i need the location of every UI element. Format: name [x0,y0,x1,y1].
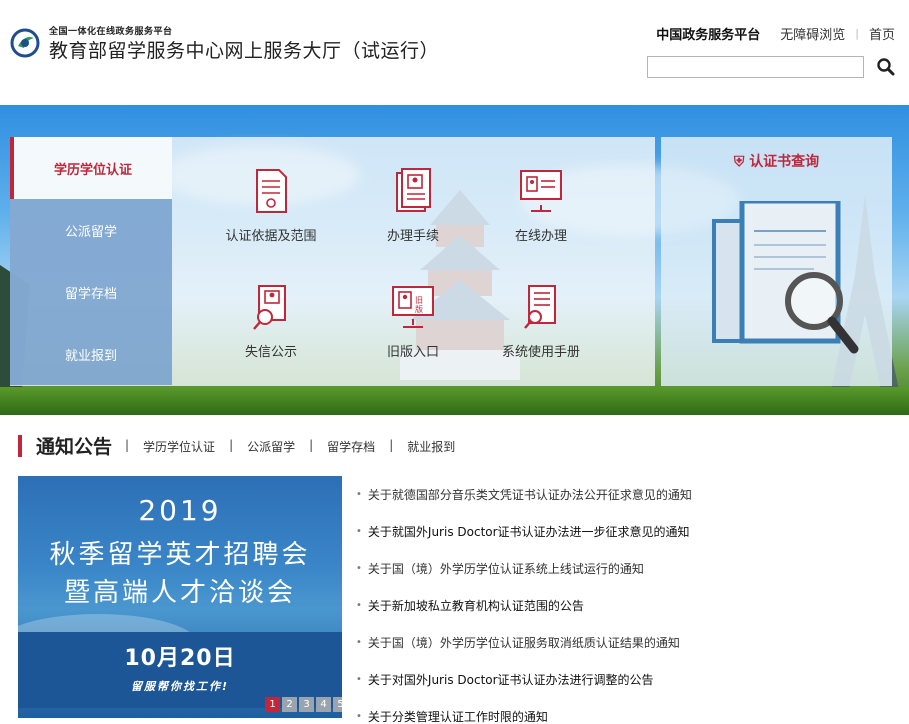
tile-label: 失信公示 [244,345,297,360]
promo-slogan: 留服帮你找工作! [130,680,230,693]
gov-platform-link[interactable]: 中国政务服务平台 [656,24,760,43]
pager-dot[interactable]: 1 [265,697,280,712]
pager-dot[interactable]: 3 [299,697,314,712]
search-input[interactable] [647,56,864,78]
tab-study-archive[interactable]: 留学存档 [10,261,172,323]
tab-public-study-abroad[interactable]: 公派留学 [10,199,172,261]
list-item[interactable]: • 关于国（境）外学历学位认证服务取消纸质认证结果的通知 [356,624,891,661]
shield-plus-icon: ⛨ [733,154,750,170]
tile-label: 系统使用手册 [501,345,580,360]
pager-dot[interactable]: 2 [282,697,297,712]
document-seal-icon [256,169,287,213]
tile-online-processing[interactable]: 在线办理 [476,167,606,257]
manual-search-icon [524,285,556,329]
notice-tab-degree-certification[interactable]: 学历学位认证 [143,438,215,455]
platform-logo-icon [10,28,40,58]
carousel-pager: 1 2 3 4 5 [263,697,342,712]
certificate-query-title: ⛨ 认证书查询 [733,154,820,170]
divider: | [855,27,859,40]
notice-tab-public-study-abroad[interactable]: 公派留学 [247,438,295,455]
pager-dot[interactable]: 5 [333,697,342,712]
tile-label: 办理手续 [386,229,439,244]
search-icon[interactable] [876,57,896,77]
notice-tab-study-archive[interactable]: 留学存档 [327,438,375,455]
tile-old-version[interactable]: 旧 版 旧版入口 [348,283,478,373]
promo-headline-2: 暨高端人才洽谈会 [63,578,296,608]
notice-list: • 关于就德国部分音乐类文凭证书认证办法公开征求意见的通知 • 关于就国外Juris… [356,476,891,724]
tab-employment-report[interactable]: 就业报到 [10,323,172,385]
tile-user-manual[interactable]: 系统使用手册 [476,283,606,373]
tile-certification-basis[interactable]: 认证依据及范围 [206,167,336,257]
notice-tab-employment-report[interactable]: 就业报到 [407,438,455,455]
promo-date: 10月20日 [124,646,236,671]
category-tabs: 学历学位认证 公派留学 留学存档 就业报到 [10,137,172,386]
header: 全国一体化在线政务服务平台 教育部留学服务中心网上服务大厅（试运行） 中国政务服… [0,0,909,105]
top-nav: 中国政务服务平台 无障碍浏览 | 首页 [656,24,895,43]
certificate-magnifier-image [712,201,859,354]
search-profile-icon [253,285,286,330]
svg-text:版: 版 [415,304,423,314]
svg-text:旧: 旧 [415,296,423,305]
notice-category-nav: | 学历学位认证 | 公派留学 | 留学存档 | 就业报到 [125,438,456,455]
site-title[interactable]: 教育部留学服务中心网上服务大厅（试运行） [49,36,439,63]
notice-header: 通知公告 | 学历学位认证 | 公派留学 | 留学存档 | 就业报到 [18,430,891,464]
monitor-id-icon [520,170,562,212]
list-item[interactable]: • 关于新加坡私立教育机构认证范围的公告 [356,587,891,624]
tile-dishonesty-publicity[interactable]: 失信公示 [206,283,336,373]
certificate-query-card[interactable]: ⛨ 认证书查询 [661,137,892,386]
tile-label: 旧版入口 [386,345,439,360]
list-item[interactable]: • 关于分类管理认证工作时限的通知 [356,698,891,724]
accent-bar [18,435,22,457]
id-card-document-icon [396,168,431,212]
tile-label: 在线办理 [514,229,567,244]
home-link[interactable]: 首页 [869,24,895,43]
tile-label: 认证依据及范围 [225,229,317,244]
list-item[interactable]: • 关于对国外Juris Doctor证书认证办法进行调整的公告 [356,661,891,698]
tab-degree-certification[interactable]: 学历学位认证 [10,137,172,199]
promo-carousel[interactable]: 2019 秋季留学英才招聘会 暨高端人才洽谈会 10月20日 留服帮你找工作! … [18,476,342,718]
promo-headline-1: 秋季留学英才招聘会 [49,540,311,570]
grass-strip [0,387,909,415]
old-version-monitor-icon: 旧 版 [392,286,434,328]
list-item[interactable]: • 关于就德国部分音乐类文凭证书认证办法公开征求意见的通知 [356,476,891,513]
list-item[interactable]: • 关于就国外Juris Doctor证书认证办法进一步征求意见的通知 [356,513,891,550]
list-item[interactable]: • 关于国（境）外学历学位认证系统上线试运行的通知 [356,550,891,587]
tile-procedures[interactable]: 办理手续 [348,167,478,257]
notice-title: 通知公告 [36,436,113,458]
promo-year: 2019 [138,494,222,527]
accessibility-link[interactable]: 无障碍浏览 [780,24,845,43]
pager-dot[interactable]: 4 [316,697,331,712]
